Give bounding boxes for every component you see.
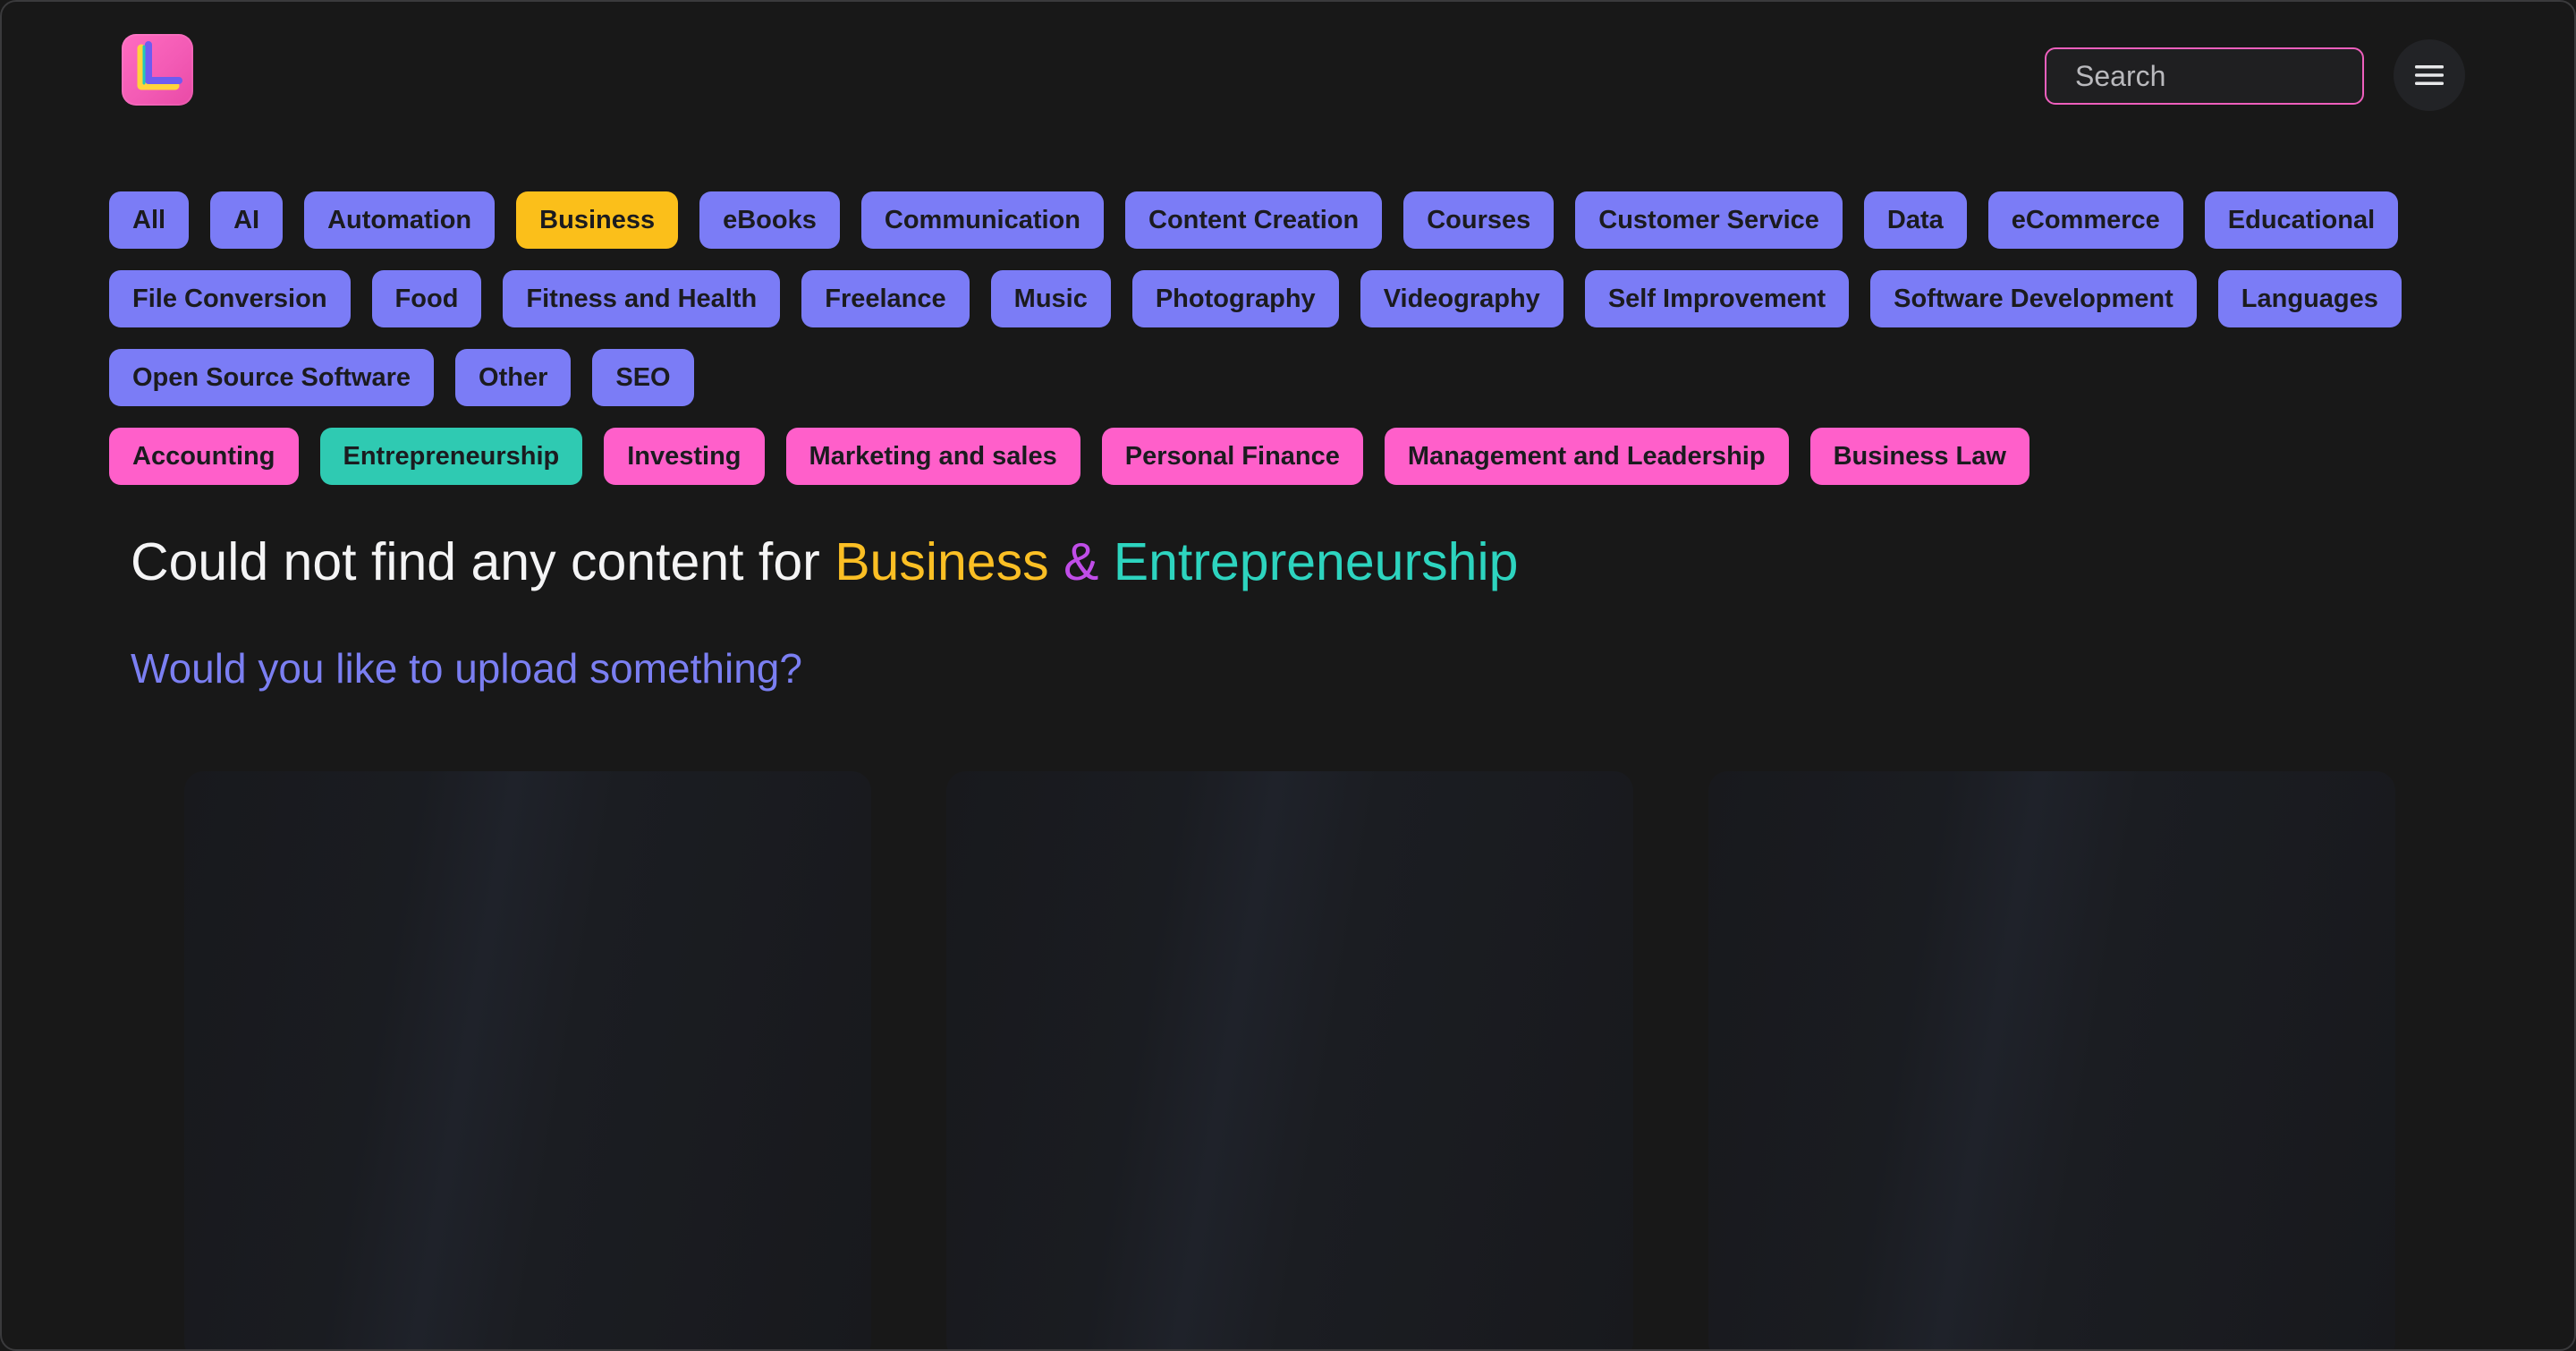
skeleton-card <box>1708 771 2395 1349</box>
empty-state-prefix: Could not find any content for <box>131 532 820 591</box>
tag-photography[interactable]: Photography <box>1131 270 1339 327</box>
tag-videography[interactable]: Videography <box>1360 270 1563 327</box>
empty-state-heading: Could not find any content for Business … <box>131 528 1518 596</box>
subtag-marketing-and-sales[interactable]: Marketing and sales <box>785 428 1080 485</box>
subtag-business-law[interactable]: Business Law <box>1809 428 2029 485</box>
tag-seo[interactable]: SEO <box>592 349 694 406</box>
subtag-personal-finance[interactable]: Personal Finance <box>1101 428 1363 485</box>
tag-self-improvement[interactable]: Self Improvement <box>1584 270 1850 327</box>
subtag-accounting[interactable]: Accounting <box>109 428 299 485</box>
category-row: All AI Automation Business eBooks Commun… <box>109 191 2470 249</box>
logo-mark-icon <box>137 41 182 90</box>
skeleton-card <box>946 771 1633 1349</box>
tag-communication[interactable]: Communication <box>860 191 1104 249</box>
tag-ecommerce[interactable]: eCommerce <box>1987 191 2183 249</box>
category-row: Open Source Software Other SEO <box>109 349 2470 406</box>
subtag-management-and-leadership[interactable]: Management and Leadership <box>1384 428 1789 485</box>
tag-educational[interactable]: Educational <box>2204 191 2399 249</box>
category-filter: All AI Automation Business eBooks Commun… <box>109 191 2470 506</box>
tag-ai[interactable]: AI <box>210 191 284 249</box>
upload-prompt-link[interactable]: Would you like to upload something? <box>131 644 802 692</box>
tag-business-selected[interactable]: Business <box>516 191 679 249</box>
tag-freelance[interactable]: Freelance <box>801 270 970 327</box>
app-window: All AI Automation Business eBooks Commun… <box>0 0 2576 1351</box>
empty-state-category: Business <box>835 532 1049 591</box>
tag-file-conversion[interactable]: File Conversion <box>109 270 351 327</box>
tag-content-creation[interactable]: Content Creation <box>1125 191 1383 249</box>
tag-food[interactable]: Food <box>371 270 482 327</box>
tag-software-development[interactable]: Software Development <box>1870 270 2197 327</box>
tag-fitness-and-health[interactable]: Fitness and Health <box>503 270 781 327</box>
skeleton-card <box>184 771 871 1349</box>
tag-ebooks[interactable]: eBooks <box>699 191 840 249</box>
tag-other[interactable]: Other <box>455 349 572 406</box>
hamburger-menu-icon <box>2415 65 2444 85</box>
subcategory-row: Accounting Entrepreneurship Investing Ma… <box>109 428 2470 485</box>
empty-state-ampersand: & <box>1063 532 1099 591</box>
logo[interactable] <box>122 34 193 106</box>
tag-customer-service[interactable]: Customer Service <box>1575 191 1843 249</box>
category-row: File Conversion Food Fitness and Health … <box>109 270 2470 327</box>
tag-courses[interactable]: Courses <box>1403 191 1555 249</box>
tag-all[interactable]: All <box>109 191 190 249</box>
tag-languages[interactable]: Languages <box>2217 270 2402 327</box>
search-input[interactable] <box>2045 47 2364 105</box>
tag-open-source-software[interactable]: Open Source Software <box>109 349 435 406</box>
empty-state-subcategory: Entrepreneurship <box>1113 532 1519 591</box>
menu-button[interactable] <box>2394 39 2465 111</box>
tag-music[interactable]: Music <box>990 270 1111 327</box>
tag-automation[interactable]: Automation <box>304 191 496 249</box>
subtag-investing[interactable]: Investing <box>604 428 765 485</box>
tag-data[interactable]: Data <box>1863 191 1967 249</box>
subtag-entrepreneurship-selected[interactable]: Entrepreneurship <box>319 428 583 485</box>
